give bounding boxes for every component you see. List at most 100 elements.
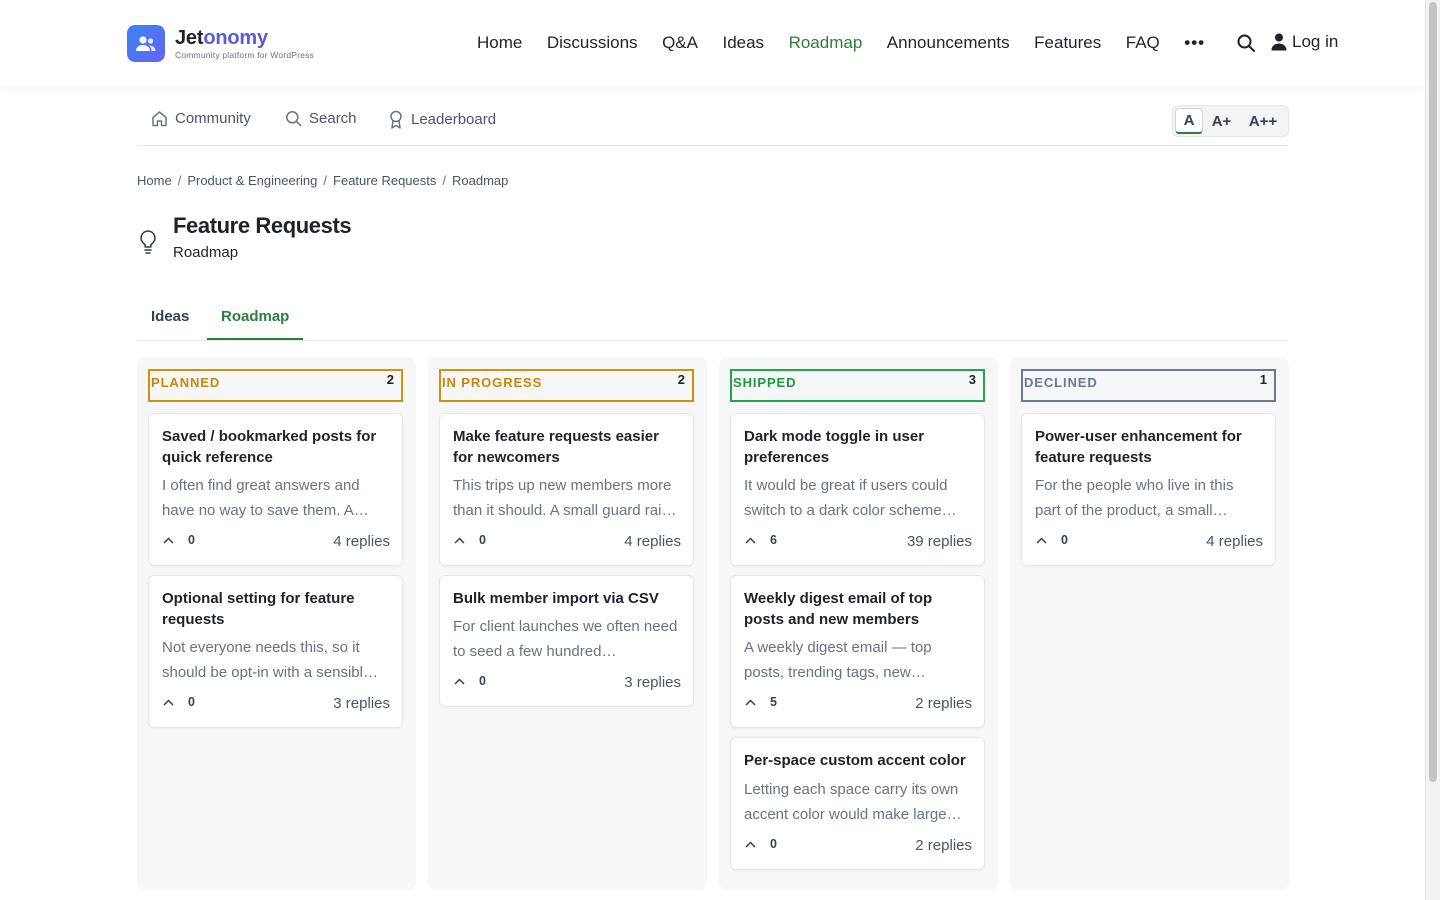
card-excerpt: A weekly digest email — top posts, trend… <box>744 639 932 681</box>
chevron-up-icon <box>745 536 756 544</box>
column-title: IN PROGRESS <box>442 375 543 390</box>
scrollbar[interactable] <box>1425 0 1440 900</box>
nav-roadmap[interactable]: Roadmap <box>789 32 863 54</box>
roadmap-card[interactable]: Bulk member import via CSV For client la… <box>439 575 694 707</box>
card-excerpt: Letting each space carry its own accent … <box>744 781 962 823</box>
nav-qa[interactable]: Q&A <box>662 32 698 54</box>
tab-roadmap[interactable]: Roadmap <box>221 308 289 325</box>
chevron-up-icon <box>745 698 756 706</box>
upvote-button[interactable]: 0 <box>1036 533 1068 547</box>
card-excerpt: I often find great answers and have no w… <box>162 477 369 519</box>
roadmap-card[interactable]: Per-space custom accent color Letting ea… <box>730 737 985 870</box>
column-count: 3 <box>968 372 976 387</box>
subnav-community[interactable]: Community <box>151 110 251 127</box>
vote-count: 0 <box>479 674 486 688</box>
nav-faq[interactable]: FAQ <box>1126 32 1160 54</box>
upvote-button[interactable]: 6 <box>745 533 777 547</box>
nav-features[interactable]: Features <box>1034 32 1101 54</box>
upvote-button[interactable]: 0 <box>454 533 486 547</box>
column-declined: DECLINED 1 Power-user enhancement for fe… <box>1010 357 1289 890</box>
nav-announcements[interactable]: Announcements <box>887 32 1010 54</box>
roadmap-card[interactable]: Optional setting for feature requests No… <box>148 575 403 728</box>
column-title: PLANNED <box>151 375 221 390</box>
font-size-xlarge[interactable]: A++ <box>1240 108 1286 134</box>
vote-count: 0 <box>479 533 486 547</box>
breadcrumb-feature-requests[interactable]: Feature Requests <box>333 173 436 188</box>
column-title: DECLINED <box>1024 375 1098 390</box>
site-logo[interactable]: Jetonomy Community platform for WordPres… <box>127 25 314 62</box>
card-excerpt: This trips up new members more than it s… <box>453 477 677 519</box>
reply-count: 39 replies <box>906 533 972 550</box>
reply-count: 4 replies <box>333 533 390 550</box>
upvote-button[interactable]: 0 <box>745 837 777 851</box>
reply-count: 4 replies <box>624 533 681 550</box>
breadcrumb-home[interactable]: Home <box>137 173 172 188</box>
upvote-button[interactable]: 0 <box>163 533 195 547</box>
user-icon <box>1271 33 1287 51</box>
card-title[interactable]: Bulk member import via CSV <box>453 588 681 609</box>
font-size-large[interactable]: A+ <box>1203 108 1240 134</box>
column-shipped: SHIPPED 3 Dark mode toggle in user prefe… <box>719 357 998 890</box>
column-count: 2 <box>677 372 685 387</box>
upvote-button[interactable]: 0 <box>163 695 195 709</box>
column-planned: PLANNED 2 Saved / bookmarked posts for q… <box>137 357 416 890</box>
logo-icon <box>127 25 165 62</box>
roadmap-card[interactable]: Saved / bookmarked posts for quick refer… <box>148 413 403 566</box>
roadmap-card[interactable]: Power-user enhancement for feature reque… <box>1021 413 1276 566</box>
chevron-up-icon <box>1036 536 1047 544</box>
brand-name: Jetonomy <box>175 27 268 49</box>
chevron-up-icon <box>163 698 174 706</box>
top-header: Jetonomy Community platform for WordPres… <box>0 0 1425 86</box>
upvote-button[interactable]: 0 <box>454 674 486 688</box>
card-title[interactable]: Optional setting for feature requests <box>162 588 390 630</box>
award-icon <box>390 110 402 129</box>
subnav-search[interactable]: Search <box>285 110 357 127</box>
nav-ideas[interactable]: Ideas <box>722 32 764 54</box>
breadcrumb: Home / Product & Engineering / Feature Req… <box>137 173 509 188</box>
column-in-progress: IN PROGRESS 2 Make feature requests easi… <box>428 357 707 890</box>
roadmap-card[interactable]: Dark mode toggle in user preferences It … <box>730 413 985 566</box>
page-title: Feature Requests <box>173 213 352 238</box>
card-title[interactable]: Power-user enhancement for feature reque… <box>1035 426 1263 468</box>
reply-count: 2 replies <box>915 695 972 712</box>
card-excerpt: For client launches we often need to see… <box>453 618 678 660</box>
vote-count: 0 <box>188 533 195 547</box>
reply-count: 2 replies <box>915 837 972 854</box>
tab-ideas[interactable]: Ideas <box>151 308 189 325</box>
nav-home[interactable]: Home <box>477 32 522 54</box>
card-title[interactable]: Make feature requests easier for newcome… <box>453 426 681 468</box>
login-label: Log in <box>1292 32 1339 51</box>
search-icon[interactable] <box>1236 33 1256 53</box>
column-count: 2 <box>386 372 394 387</box>
breadcrumb-product-engineering[interactable]: Product & Engineering <box>187 173 317 188</box>
home-icon <box>152 111 167 127</box>
search-icon <box>286 111 302 127</box>
column-header: SHIPPED 3 <box>730 369 985 402</box>
card-excerpt: Not everyone needs this, so it should be… <box>162 639 378 681</box>
breadcrumb-current: Roadmap <box>452 173 509 188</box>
card-title[interactable]: Dark mode toggle in user preferences <box>744 426 972 468</box>
font-size-normal[interactable]: A <box>1175 108 1203 134</box>
card-title[interactable]: Weekly digest email of top posts and new… <box>744 588 972 630</box>
vote-count: 0 <box>770 837 777 851</box>
roadmap-card[interactable]: Weekly digest email of top posts and new… <box>730 575 985 728</box>
column-header: PLANNED 2 <box>148 369 403 402</box>
brand-tagline: Community platform for WordPress <box>175 50 314 60</box>
card-title[interactable]: Per-space custom accent color <box>744 750 972 771</box>
column-count: 1 <box>1259 372 1267 387</box>
chevron-up-icon <box>745 840 756 848</box>
view-tabs: Ideas Roadmap <box>137 300 1288 341</box>
login-button[interactable]: Log in <box>1271 32 1338 52</box>
upvote-button[interactable]: 5 <box>745 695 777 709</box>
nav-discussions[interactable]: Discussions <box>547 32 638 54</box>
vote-count: 0 <box>188 695 195 709</box>
column-header: IN PROGRESS 2 <box>439 369 694 402</box>
roadmap-card[interactable]: Make feature requests easier for newcome… <box>439 413 694 566</box>
sub-nav: Community Search Leaderboard A A+ A++ <box>137 104 1289 146</box>
card-title[interactable]: Saved / bookmarked posts for quick refer… <box>162 426 390 468</box>
scrollbar-thumb[interactable] <box>1429 2 1437 782</box>
more-menu-icon[interactable]: ••• <box>1184 33 1205 53</box>
subnav-leaderboard[interactable]: Leaderboard <box>388 110 496 129</box>
vote-count: 6 <box>770 533 777 547</box>
card-excerpt: For the people who live in this part of … <box>1035 477 1234 519</box>
